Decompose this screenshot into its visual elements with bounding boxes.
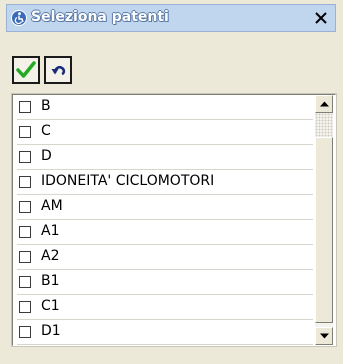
checkmark-icon <box>16 61 36 78</box>
checkbox[interactable] <box>19 276 31 288</box>
undo-icon <box>51 65 66 76</box>
list-item-label: D <box>41 148 52 164</box>
list-item[interactable]: B <box>17 95 313 120</box>
list-item-label: IDONEITA' CICLOMOTORI <box>41 173 215 189</box>
list-item[interactable]: D <box>17 145 313 170</box>
scroll-thumb[interactable] <box>315 137 333 323</box>
list-item[interactable]: C <box>17 120 313 145</box>
title-bar[interactable]: Seleziona patenti <box>6 4 336 32</box>
list-item-label: A2 <box>41 248 60 264</box>
checkbox[interactable] <box>19 176 31 188</box>
list-item-label: D1 <box>41 323 61 339</box>
list-item-label: B <box>41 98 51 114</box>
list-item-label: AM <box>41 198 63 214</box>
list-item[interactable]: IDONEITA' CICLOMOTORI <box>17 170 313 195</box>
scroll-down-button[interactable] <box>315 327 333 345</box>
close-button[interactable] <box>311 9 331 27</box>
close-icon <box>315 12 327 24</box>
checkbox[interactable] <box>19 326 31 338</box>
confirm-button[interactable] <box>12 56 40 84</box>
list-item-label: B1 <box>41 273 60 289</box>
checkbox[interactable] <box>19 101 31 113</box>
scroll-up-button[interactable] <box>315 95 333 113</box>
checkbox[interactable] <box>19 126 31 138</box>
arrow-up-icon <box>319 101 329 107</box>
arrow-down-icon <box>319 333 329 339</box>
license-list[interactable]: B C D IDONEITA' CICLOMOTORI AM A1 A2 B1 … <box>11 93 337 347</box>
list-item[interactable]: A2 <box>17 245 313 270</box>
checkbox[interactable] <box>19 301 31 313</box>
checkbox[interactable] <box>19 201 31 213</box>
select-licenses-dialog: Seleziona patenti B C D IDONEITA' CICLOM… <box>0 0 343 364</box>
list-item[interactable]: AM <box>17 195 313 220</box>
scroll-track[interactable] <box>315 113 333 137</box>
list-item[interactable]: C1 <box>17 295 313 320</box>
list-item[interactable]: B1 <box>17 270 313 295</box>
list-item-label: C1 <box>41 298 60 314</box>
checkbox[interactable] <box>19 151 31 163</box>
license-items: B C D IDONEITA' CICLOMOTORI AM A1 A2 B1 … <box>17 95 313 345</box>
list-item-label: C <box>41 123 51 139</box>
checkbox[interactable] <box>19 251 31 263</box>
window-title: Seleziona patenti <box>31 9 169 25</box>
list-item-label: A1 <box>41 223 60 239</box>
undo-button[interactable] <box>44 56 72 84</box>
checkbox[interactable] <box>19 226 31 238</box>
vertical-scrollbar[interactable] <box>315 95 333 345</box>
list-item[interactable]: D1 <box>17 320 313 345</box>
accessibility-icon <box>11 10 27 26</box>
list-item[interactable]: A1 <box>17 220 313 245</box>
